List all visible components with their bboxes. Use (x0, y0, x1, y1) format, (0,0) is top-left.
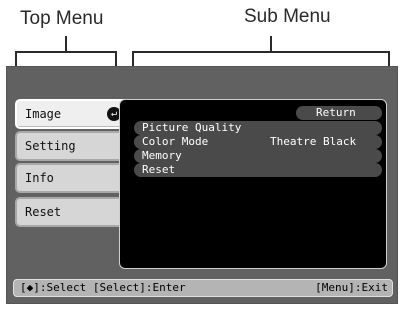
sub-menu-item-label: Reset (142, 163, 176, 176)
status-select-hint: [◆]:Select [Select]:Enter (20, 281, 186, 294)
sub-menu-annotation: Sub Menu (244, 6, 331, 27)
sub-menu-item-label: Memory (142, 149, 182, 162)
top-menu-item-image[interactable]: Image ↵ (15, 99, 129, 129)
sub-menu-panel: Return Picture Quality Color Mode Theatr… (119, 99, 387, 269)
return-label: Return (316, 106, 356, 119)
sub-menu-item-value: Theatre Black (270, 135, 357, 148)
sub-menu-item-label: Color Mode (142, 135, 209, 148)
sub-menu-bracket (388, 51, 390, 67)
top-menu-item-label: Reset (25, 205, 62, 219)
top-menu-item-label: Image (25, 107, 62, 121)
sub-menu-bracket (132, 51, 134, 67)
top-menu-bracket (115, 51, 117, 67)
status-exit-hint: [Menu]:Exit (315, 281, 388, 294)
sub-menu-bracket (132, 51, 390, 53)
sub-menu-bracket (270, 36, 272, 52)
top-menu-annotation: Top Menu (20, 8, 104, 29)
top-menu-item-label: Info (25, 171, 54, 185)
osd-screen: Image ↵ Setting Info Reset Return Pictur… (6, 66, 398, 304)
top-menu-item-label: Setting (25, 139, 76, 153)
top-menu-item-info[interactable]: Info (15, 163, 129, 193)
sub-menu-item-label: Picture Quality (142, 121, 242, 134)
status-bar: [◆]:Select [Select]:Enter [Menu]:Exit (13, 279, 393, 297)
top-menu-item-reset[interactable]: Reset (15, 197, 129, 227)
top-menu-bracket (65, 36, 67, 52)
top-menu-bracket (15, 51, 117, 53)
top-menu-item-setting[interactable]: Setting (15, 131, 129, 161)
top-menu-bracket (15, 51, 17, 67)
